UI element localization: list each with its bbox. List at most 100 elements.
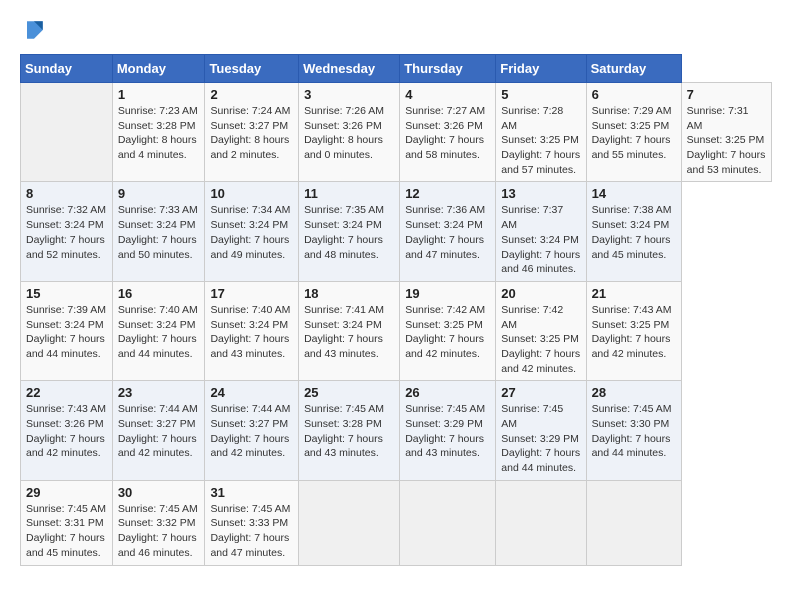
day-number: 16 [118, 286, 200, 301]
day-number: 25 [304, 385, 394, 400]
week-row-1: 8Sunrise: 7:32 AMSunset: 3:24 PMDaylight… [21, 182, 772, 281]
calendar-cell: 23 Sunrise: 7:44 AMSunset: 3:27 PMDayligh… [112, 381, 205, 480]
day-number: 26 [405, 385, 490, 400]
calendar-cell: 8Sunrise: 7:32 AMSunset: 3:24 PMDaylight… [21, 182, 113, 281]
header [20, 16, 772, 44]
header-day-thursday: Thursday [400, 55, 496, 83]
calendar-cell: 15 Sunrise: 7:39 AMSunset: 3:24 PMDayligh… [21, 281, 113, 380]
day-info: Sunrise: 7:28 AMSunset: 3:25 PMDaylight:… [501, 104, 580, 177]
calendar-cell: 25 Sunrise: 7:45 AMSunset: 3:28 PMDayligh… [299, 381, 400, 480]
day-number: 7 [687, 87, 766, 102]
day-number: 4 [405, 87, 490, 102]
header-day-wednesday: Wednesday [299, 55, 400, 83]
week-row-0: 1 Sunrise: 7:23 AMSunset: 3:28 PMDaylight… [21, 83, 772, 182]
day-number: 10 [210, 186, 293, 201]
day-info: Sunrise: 7:27 AMSunset: 3:26 PMDaylight:… [405, 104, 490, 163]
day-number: 15 [26, 286, 107, 301]
day-number: 29 [26, 485, 107, 500]
calendar-cell: 4 Sunrise: 7:27 AMSunset: 3:26 PMDaylight… [400, 83, 496, 182]
calendar-cell: 16 Sunrise: 7:40 AMSunset: 3:24 PMDayligh… [112, 281, 205, 380]
day-number: 31 [210, 485, 293, 500]
calendar-cell: 22 Sunrise: 7:43 AMSunset: 3:26 PMDayligh… [21, 381, 113, 480]
day-number: 8 [26, 186, 107, 201]
week-row-3: 22 Sunrise: 7:43 AMSunset: 3:26 PMDayligh… [21, 381, 772, 480]
day-number: 18 [304, 286, 394, 301]
calendar-cell: 13 Sunrise: 7:37 AMSunset: 3:24 PMDayligh… [496, 182, 586, 281]
calendar-cell: 21 Sunrise: 7:43 AMSunset: 3:25 PMDayligh… [586, 281, 681, 380]
calendar-cell: 17 Sunrise: 7:40 AMSunset: 3:24 PMDayligh… [205, 281, 299, 380]
calendar-body: 1 Sunrise: 7:23 AMSunset: 3:28 PMDaylight… [21, 83, 772, 566]
header-day-saturday: Saturday [586, 55, 681, 83]
day-number: 30 [118, 485, 200, 500]
calendar-cell: 1 Sunrise: 7:23 AMSunset: 3:28 PMDaylight… [112, 83, 205, 182]
week-row-4: 29 Sunrise: 7:45 AMSunset: 3:31 PMDayligh… [21, 480, 772, 565]
header-row: SundayMondayTuesdayWednesdayThursdayFrid… [21, 55, 772, 83]
calendar-cell: 5 Sunrise: 7:28 AMSunset: 3:25 PMDaylight… [496, 83, 586, 182]
calendar-cell: 30Sunrise: 7:45 AMSunset: 3:32 PMDayligh… [112, 480, 205, 565]
day-info: Sunrise: 7:26 AMSunset: 3:26 PMDaylight:… [304, 104, 394, 163]
calendar-cell: 7 Sunrise: 7:31 AMSunset: 3:25 PMDaylight… [681, 83, 771, 182]
day-info: Sunrise: 7:36 AMSunset: 3:24 PMDaylight:… [405, 203, 490, 262]
day-number: 17 [210, 286, 293, 301]
calendar-cell: 14 Sunrise: 7:38 AMSunset: 3:24 PMDayligh… [586, 182, 681, 281]
day-info: Sunrise: 7:37 AMSunset: 3:24 PMDaylight:… [501, 203, 580, 276]
day-number: 13 [501, 186, 580, 201]
day-info: Sunrise: 7:31 AMSunset: 3:25 PMDaylight:… [687, 104, 766, 177]
calendar-cell: 3Sunrise: 7:26 AMSunset: 3:26 PMDaylight… [299, 83, 400, 182]
calendar-cell [299, 480, 400, 565]
day-number: 6 [592, 87, 676, 102]
week-row-2: 15 Sunrise: 7:39 AMSunset: 3:24 PMDayligh… [21, 281, 772, 380]
calendar-cell: 6 Sunrise: 7:29 AMSunset: 3:25 PMDaylight… [586, 83, 681, 182]
calendar-cell: 29 Sunrise: 7:45 AMSunset: 3:31 PMDayligh… [21, 480, 113, 565]
day-number: 27 [501, 385, 580, 400]
calendar-cell: 20 Sunrise: 7:42 AMSunset: 3:25 PMDayligh… [496, 281, 586, 380]
day-info: Sunrise: 7:45 AMSunset: 3:33 PMDaylight:… [210, 502, 293, 561]
day-number: 24 [210, 385, 293, 400]
day-number: 22 [26, 385, 107, 400]
day-number: 11 [304, 186, 394, 201]
calendar-cell: 2 Sunrise: 7:24 AMSunset: 3:27 PMDaylight… [205, 83, 299, 182]
day-info: Sunrise: 7:45 AMSunset: 3:31 PMDaylight:… [26, 502, 107, 561]
day-info: Sunrise: 7:40 AMSunset: 3:24 PMDaylight:… [118, 303, 200, 362]
day-info: Sunrise: 7:40 AMSunset: 3:24 PMDaylight:… [210, 303, 293, 362]
calendar-cell: 26 Sunrise: 7:45 AMSunset: 3:29 PMDayligh… [400, 381, 496, 480]
day-info: Sunrise: 7:43 AMSunset: 3:25 PMDaylight:… [592, 303, 676, 362]
day-info: Sunrise: 7:42 AMSunset: 3:25 PMDaylight:… [501, 303, 580, 376]
day-info: Sunrise: 7:34 AMSunset: 3:24 PMDaylight:… [210, 203, 293, 262]
calendar-cell: 27Sunrise: 7:45 AMSunset: 3:29 PMDayligh… [496, 381, 586, 480]
day-number: 20 [501, 286, 580, 301]
day-info: Sunrise: 7:45 AMSunset: 3:30 PMDaylight:… [592, 402, 676, 461]
calendar-cell [21, 83, 113, 182]
day-info: Sunrise: 7:24 AMSunset: 3:27 PMDaylight:… [210, 104, 293, 163]
calendar-cell [496, 480, 586, 565]
logo-icon [20, 16, 48, 44]
day-info: Sunrise: 7:38 AMSunset: 3:24 PMDaylight:… [592, 203, 676, 262]
day-number: 14 [592, 186, 676, 201]
day-info: Sunrise: 7:45 AMSunset: 3:29 PMDaylight:… [405, 402, 490, 461]
day-info: Sunrise: 7:41 AMSunset: 3:24 PMDaylight:… [304, 303, 394, 362]
page: SundayMondayTuesdayWednesdayThursdayFrid… [0, 0, 792, 612]
day-number: 28 [592, 385, 676, 400]
calendar-cell [400, 480, 496, 565]
day-number: 1 [118, 87, 200, 102]
day-number: 12 [405, 186, 490, 201]
day-number: 2 [210, 87, 293, 102]
calendar-cell: 31 Sunrise: 7:45 AMSunset: 3:33 PMDayligh… [205, 480, 299, 565]
day-info: Sunrise: 7:39 AMSunset: 3:24 PMDaylight:… [26, 303, 107, 362]
header-day-sunday: Sunday [21, 55, 113, 83]
calendar-cell: 10 Sunrise: 7:34 AMSunset: 3:24 PMDayligh… [205, 182, 299, 281]
day-number: 5 [501, 87, 580, 102]
day-info: Sunrise: 7:23 AMSunset: 3:28 PMDaylight:… [118, 104, 200, 163]
calendar-cell: 24 Sunrise: 7:44 AMSunset: 3:27 PMDayligh… [205, 381, 299, 480]
day-number: 23 [118, 385, 200, 400]
day-number: 21 [592, 286, 676, 301]
day-number: 9 [118, 186, 200, 201]
day-info: Sunrise: 7:44 AMSunset: 3:27 PMDaylight:… [210, 402, 293, 461]
day-info: Sunrise: 7:44 AMSunset: 3:27 PMDaylight:… [118, 402, 200, 461]
calendar-header: SundayMondayTuesdayWednesdayThursdayFrid… [21, 55, 772, 83]
day-info: Sunrise: 7:45 AMSunset: 3:28 PMDaylight:… [304, 402, 394, 461]
day-info: Sunrise: 7:29 AMSunset: 3:25 PMDaylight:… [592, 104, 676, 163]
calendar-cell: 12 Sunrise: 7:36 AMSunset: 3:24 PMDayligh… [400, 182, 496, 281]
day-info: Sunrise: 7:43 AMSunset: 3:26 PMDaylight:… [26, 402, 107, 461]
calendar-cell: 11Sunrise: 7:35 AMSunset: 3:24 PMDayligh… [299, 182, 400, 281]
